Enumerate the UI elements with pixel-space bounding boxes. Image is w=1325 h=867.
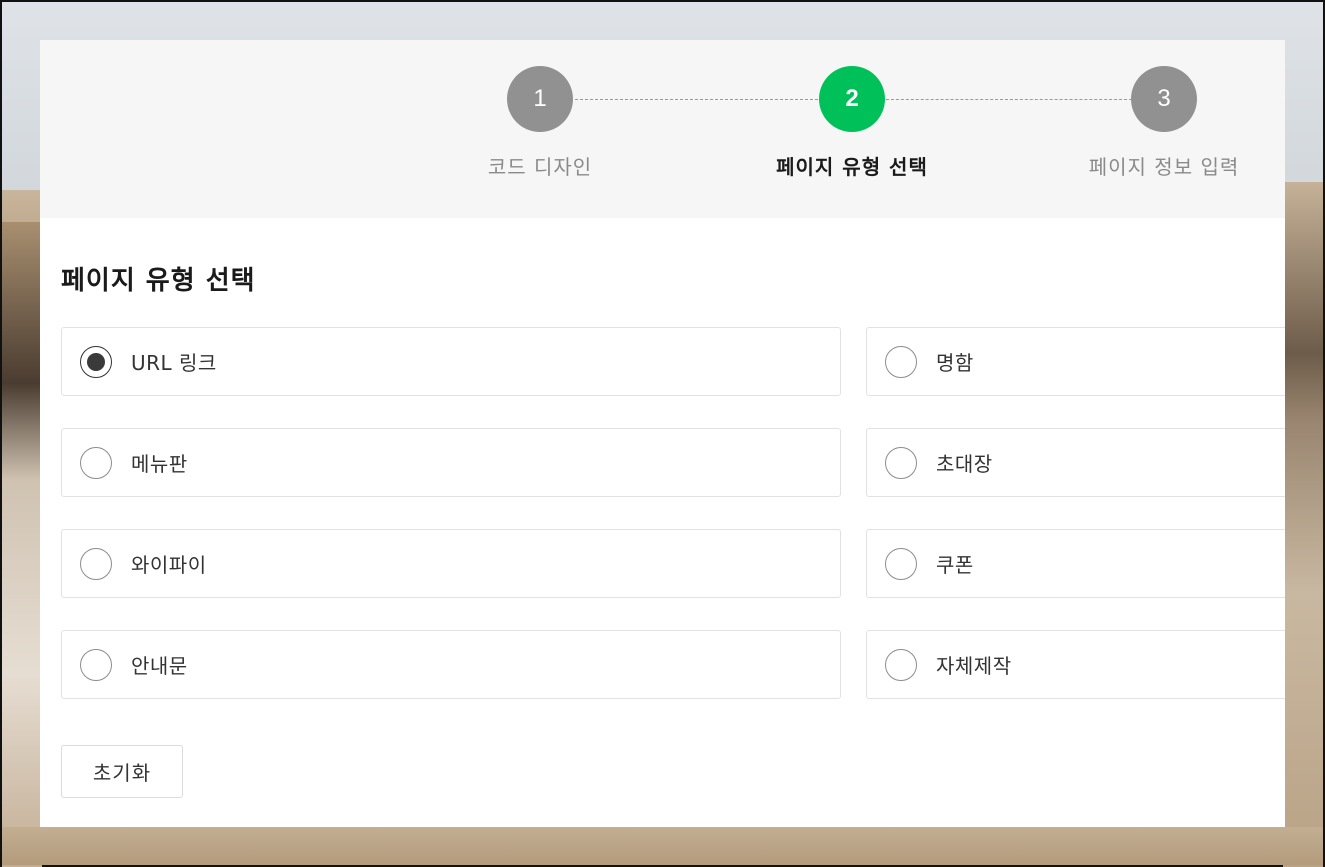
option-url-link[interactable]: URL 링크 [61, 327, 841, 396]
page-type-panel: 1 코드 디자인 2 페이지 유형 선택 3 페이지 정보 입력 페이지 유형 … [40, 40, 1285, 827]
background-image-bottom [2, 827, 1323, 865]
option-business-card[interactable]: 명함 [866, 327, 1285, 396]
option-coupon[interactable]: 쿠폰 [866, 529, 1285, 598]
step-2-number: 2 [819, 66, 885, 132]
step-1-number: 1 [507, 66, 573, 132]
section-title: 페이지 유형 선택 [61, 266, 256, 296]
radio-button[interactable] [80, 648, 112, 681]
step-1-label: 코드 디자인 [487, 155, 593, 179]
radio-button[interactable] [80, 547, 112, 580]
option-label: URL 링크 [131, 351, 217, 375]
option-wifi[interactable]: 와이파이 [61, 529, 841, 598]
option-label: 초대장 [936, 452, 993, 476]
radio-dot [87, 352, 105, 371]
step-1: 1 코드 디자인 [440, 66, 640, 180]
radio-button[interactable] [885, 345, 917, 378]
option-custom[interactable]: 자체제작 [866, 630, 1285, 699]
option-menu[interactable]: 메뉴판 [61, 428, 841, 497]
option-label: 명함 [936, 351, 974, 375]
step-2: 2 페이지 유형 선택 [752, 66, 952, 180]
background-image-left [2, 222, 42, 867]
step-3-number: 3 [1131, 66, 1197, 132]
option-invitation[interactable]: 초대장 [866, 428, 1285, 497]
radio-button[interactable] [885, 446, 917, 479]
option-label: 와이파이 [131, 553, 207, 577]
radio-button[interactable] [80, 446, 112, 479]
option-label: 자체제작 [936, 654, 1012, 678]
option-label: 메뉴판 [131, 452, 188, 476]
background-image-right [1283, 182, 1323, 867]
step-2-label: 페이지 유형 선택 [776, 155, 928, 179]
radio-button[interactable] [885, 547, 917, 580]
progress-stepper: 1 코드 디자인 2 페이지 유형 선택 3 페이지 정보 입력 [40, 40, 1285, 218]
step-3-label: 페이지 정보 입력 [1088, 155, 1240, 179]
reset-button[interactable]: 초기화 [61, 745, 183, 798]
option-label: 안내문 [131, 654, 188, 678]
option-label: 쿠폰 [936, 553, 974, 577]
radio-button[interactable] [885, 648, 917, 681]
step-3: 3 페이지 정보 입력 [1064, 66, 1264, 180]
option-notice[interactable]: 안내문 [61, 630, 841, 699]
radio-button-checked[interactable] [80, 345, 112, 378]
